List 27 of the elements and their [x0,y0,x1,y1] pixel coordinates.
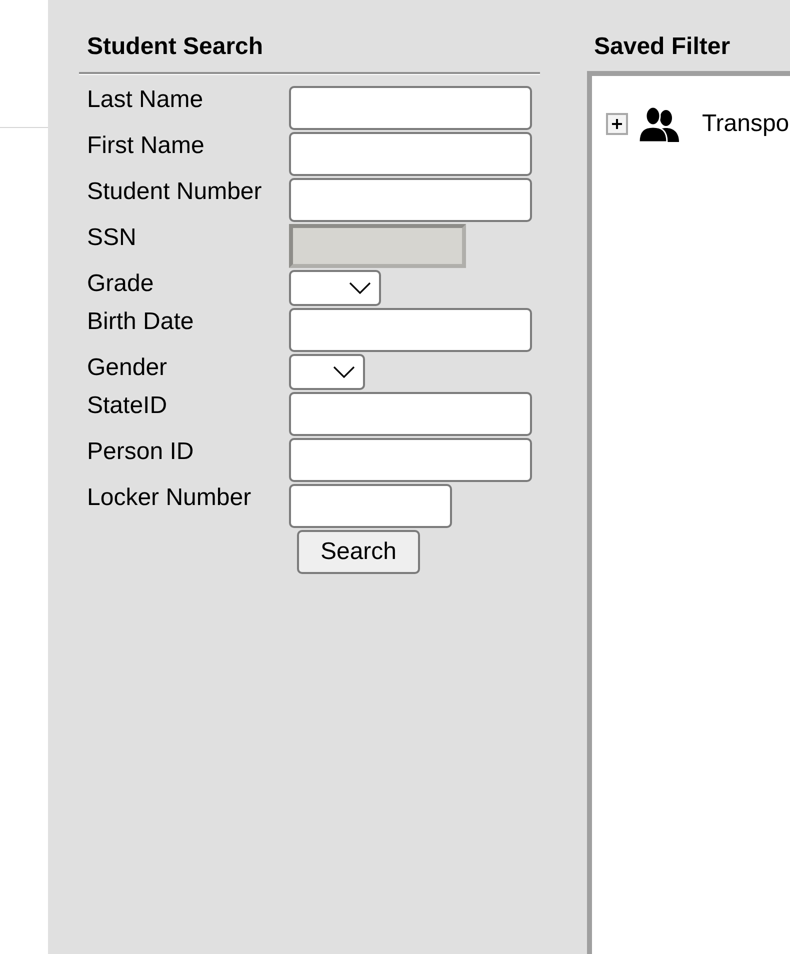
input-field[interactable] [289,132,532,176]
field-label: StateID [86,392,168,421]
chevron-down-icon [349,282,371,294]
dropdown[interactable] [289,270,381,306]
field-label: Locker Number [86,484,252,513]
field-label: Person ID [86,438,195,467]
people-icon [638,106,680,142]
search-button[interactable]: Search [297,530,420,574]
input-field[interactable] [289,178,532,222]
tree-item[interactable]: Transpo [702,106,790,142]
field-label: Last Name [86,86,204,115]
field-label: First Name [86,132,206,161]
input-field[interactable] [289,308,532,352]
field-label: SSN [86,224,138,253]
input-field[interactable] [289,438,532,482]
section-title: Student Search [86,32,264,62]
section-title: Saved Filter [593,32,732,62]
input-field[interactable] [289,86,532,130]
field-label: Birth Date [86,308,195,337]
field-label: Gender [86,354,168,383]
dropdown[interactable] [289,354,365,390]
expand-icon[interactable] [606,113,628,135]
input-field[interactable] [289,392,532,436]
field-label: Grade [86,270,155,299]
input-field[interactable] [289,484,452,528]
chevron-down-icon [333,366,355,378]
field-label: Student Number [86,178,263,207]
